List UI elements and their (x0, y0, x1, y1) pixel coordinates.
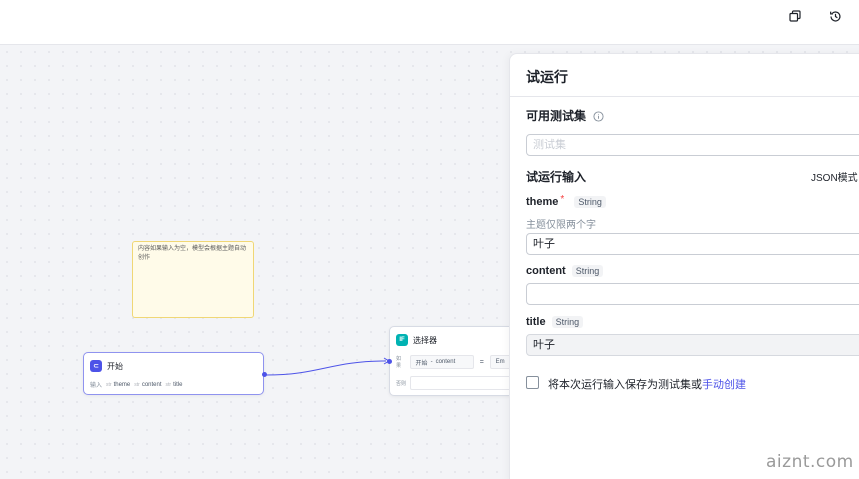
comment-note[interactable]: 内容如果输入为空，模型会根据主题自动创作 (132, 241, 254, 318)
type-chip-title: String (551, 316, 584, 328)
save-testset-checkbox[interactable] (526, 376, 539, 389)
if-label: 如果 (396, 356, 402, 369)
copy-icon[interactable] (786, 7, 804, 25)
field-hint-theme: 主题仅限两个字 (526, 220, 596, 231)
condition-left-select[interactable]: 开始 - content (409, 355, 474, 369)
if-node[interactable]: IF 选择器 如果 开始 - content = Em 否则 (387, 326, 514, 396)
start-node-title: 开始 (107, 361, 123, 371)
field-label-title: title String (526, 316, 584, 328)
testset-select[interactable]: 测试集 (526, 134, 859, 156)
start-node-icon: ⊂ (90, 360, 102, 372)
json-mode-toggle[interactable]: JSON模式 (811, 169, 858, 184)
if-node-icon: IF (396, 334, 408, 346)
param-tag-theme: str theme (106, 381, 131, 388)
type-chip-content: String (571, 265, 604, 277)
manual-create-link[interactable]: 手动创建 (702, 379, 746, 391)
start-node-input-label: 输入 (90, 383, 103, 389)
field-label-theme: theme * String (526, 193, 606, 208)
watermark: aiznt.com (766, 452, 854, 472)
content-input[interactable] (526, 283, 859, 305)
start-output-port[interactable] (262, 372, 267, 377)
type-chip-theme: String (574, 196, 606, 208)
param-tag-title: str title (165, 381, 183, 388)
field-label-content: content String (526, 265, 604, 277)
note-text: 内容如果输入为空，模型会根据主题自动创作 (138, 246, 247, 261)
top-toolbar (0, 0, 859, 45)
history-icon[interactable] (826, 7, 844, 25)
start-node[interactable]: ⊂ 开始 输入 str theme str content str title (83, 352, 267, 395)
test-run-panel: 试运行 可用测试集 测试集 试运行输入 JSON模式 theme * Strin… (509, 53, 859, 479)
required-mark: * (560, 193, 565, 205)
param-tag-content: str content (134, 381, 162, 388)
if-node-title: 选择器 (413, 335, 437, 345)
else-label: 否则 (396, 380, 407, 387)
testset-section-title: 可用测试集 (526, 109, 587, 123)
info-icon[interactable] (593, 109, 604, 122)
panel-header: 试运行 (510, 54, 859, 97)
input-section-title: 试运行输入 (526, 170, 587, 184)
theme-input[interactable]: 叶子 (526, 233, 859, 255)
if-input-port[interactable] (387, 359, 392, 364)
save-testset-label: 将本次运行输入保存为测试集或手动创建 (548, 379, 746, 391)
condition-operator[interactable]: = (478, 359, 486, 366)
else-branch-box[interactable] (410, 376, 513, 390)
title-input[interactable]: 叶子 (526, 334, 859, 356)
panel-title: 试运行 (526, 69, 568, 85)
